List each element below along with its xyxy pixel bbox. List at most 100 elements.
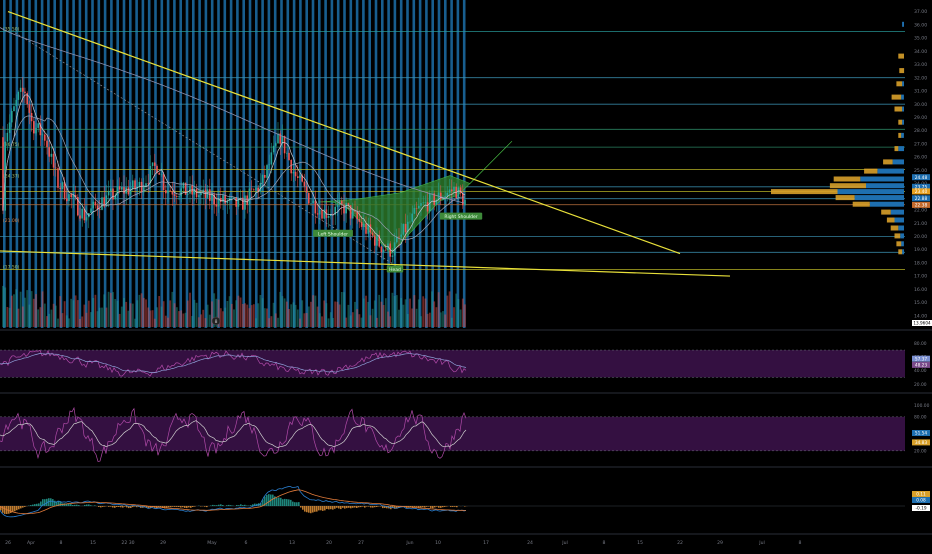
vertical-bar [413, 0, 416, 328]
volume-bar [2, 286, 4, 327]
candle-body [128, 188, 130, 195]
candle-body [427, 202, 429, 211]
volume-profile-bar [853, 202, 870, 207]
macd-histogram-bar [104, 506, 106, 507]
macd-histogram-bar [438, 506, 440, 508]
volume-bar [4, 288, 6, 328]
candle-body [425, 202, 427, 203]
macd-histogram-bar [118, 506, 120, 507]
macd-histogram-bar [380, 506, 382, 507]
candle-body [174, 194, 176, 196]
candle-body [222, 195, 224, 202]
time-tick-label: 24 [527, 540, 533, 546]
candle-body [134, 180, 136, 188]
volume-bar [92, 298, 94, 327]
volume-bar [48, 314, 50, 327]
volume-profile-bar [864, 169, 877, 174]
candle-body [398, 237, 400, 238]
candle-body [150, 166, 152, 183]
vertical-bar [192, 0, 195, 328]
macd-histogram-bar [38, 503, 40, 506]
volume-bar [387, 312, 389, 327]
vertical-bar [331, 0, 334, 328]
volume-bar [356, 309, 358, 327]
macd-histogram-bar [280, 498, 282, 506]
time-tick-label: 20 [326, 540, 332, 546]
macd-histogram-bar [184, 506, 186, 508]
macd-histogram-bar [10, 506, 12, 513]
macd-histogram-bar [122, 506, 124, 508]
macd-histogram-bar [310, 506, 312, 513]
macd-histogram-bar [364, 506, 366, 508]
volume-bar [205, 318, 207, 327]
volume-bar [22, 307, 24, 328]
candle-body [306, 186, 308, 193]
candle-body [385, 250, 387, 251]
macd-histogram-bar [300, 506, 302, 508]
candle-body [293, 172, 295, 174]
candle-body [79, 216, 81, 219]
volume-bar [339, 305, 341, 328]
time-tick-label: Jul [561, 540, 568, 546]
volume-bar [389, 316, 391, 327]
volume-profile-bar [834, 177, 861, 182]
macd-histogram-bar [124, 506, 126, 507]
volume-bar [330, 312, 332, 327]
volume-bar [253, 304, 255, 327]
candle-body [312, 201, 314, 203]
volume-bar [222, 311, 224, 327]
volume-profile-bar [891, 210, 904, 215]
macd-histogram-bar [442, 506, 444, 507]
volume-bar [161, 307, 163, 327]
candle-body [273, 146, 275, 153]
volume-profile-bar [902, 120, 904, 125]
volume-bar [229, 296, 231, 327]
volume-bar [224, 308, 226, 327]
macd-histogram-bar [272, 495, 274, 506]
time-tick-label: 29 [160, 540, 166, 546]
volume-profile-bar [900, 233, 904, 238]
macd-histogram-bar [368, 506, 370, 507]
volume-bar [136, 300, 138, 327]
vertical-bar [318, 0, 321, 328]
macd-histogram-bar [330, 506, 332, 509]
volume-bar [130, 303, 132, 327]
volume-bar [370, 315, 372, 327]
vertical-bar [186, 0, 189, 328]
candle-body [290, 160, 292, 173]
volume-bar [396, 295, 398, 327]
vertical-bar [16, 0, 19, 328]
macd-histogram-bar [174, 506, 176, 507]
price-chart[interactable]: (35.50)(26.75)(24.37)(21.00)(17.50) 80.0… [0, 0, 932, 550]
candle-body [110, 189, 112, 191]
candle-body [209, 189, 211, 201]
vertical-bar [35, 0, 38, 328]
volume-bar [174, 303, 176, 327]
macd-histogram-bar [236, 505, 238, 506]
macd-histogram-bar [290, 500, 292, 506]
volume-bar [433, 301, 435, 327]
volume-bar [169, 300, 171, 327]
candle-body [268, 165, 270, 166]
vertical-bar [287, 0, 290, 328]
vertical-bar [249, 0, 252, 328]
volume-bar [403, 305, 405, 327]
macd-histogram-bar [286, 499, 288, 506]
macd-histogram-bar [212, 505, 214, 506]
volume-bar [86, 313, 88, 327]
volume-bar [240, 298, 242, 328]
candle-body [264, 175, 266, 178]
volume-bar [293, 302, 295, 327]
candle-body [18, 92, 20, 100]
volume-bar [51, 310, 53, 327]
candle-body [319, 210, 321, 214]
vertical-bar [261, 0, 264, 328]
candle-body [451, 190, 453, 192]
macd-histogram-bar [86, 505, 88, 507]
volume-profile-bar [893, 159, 904, 164]
candle-body [372, 233, 374, 236]
volume-bar [68, 318, 70, 327]
vertical-bar [22, 0, 25, 328]
volume-bar [77, 300, 79, 327]
macd-histogram-bar [230, 505, 232, 506]
